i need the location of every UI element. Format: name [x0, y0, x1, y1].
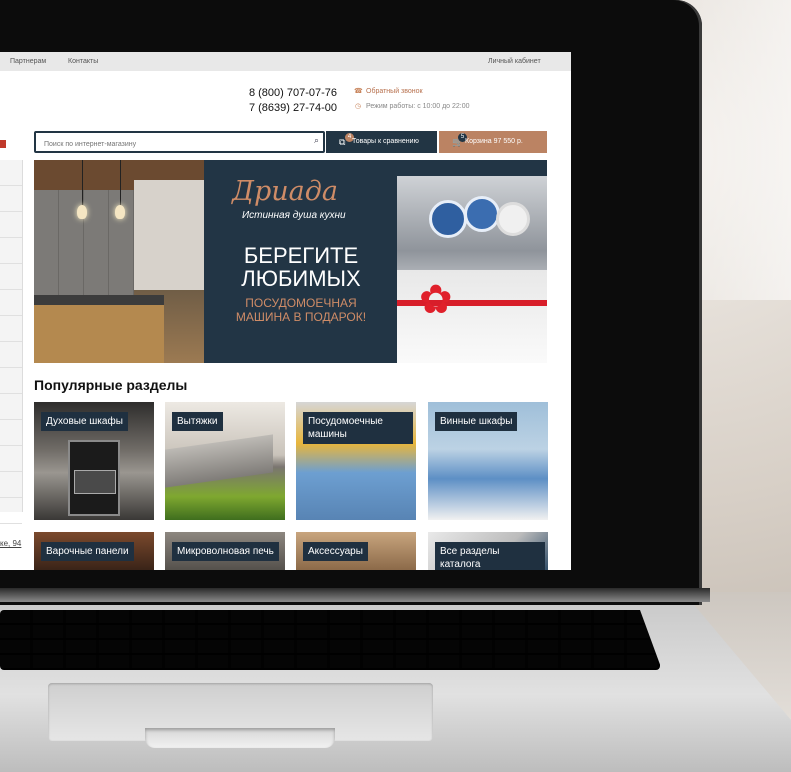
tile-label: Винные шкафы: [435, 412, 518, 431]
category-tile-hobs[interactable]: Варочные панели: [34, 532, 154, 570]
popular-sections-title: Популярные разделы: [34, 377, 188, 393]
account-link[interactable]: Личный кабинет: [488, 58, 541, 65]
cart-label: Корзина 97 550 р.: [465, 138, 523, 145]
laptop-lid-notch: [145, 728, 335, 748]
category-tile-microwaves[interactable]: Микроволновая печь: [165, 532, 285, 570]
phone-2[interactable]: 7 (8639) 27-74-00: [239, 101, 337, 116]
hood-image: [165, 434, 273, 488]
category-tile-ovens[interactable]: Духовые шкафы: [34, 402, 154, 520]
tile-label: Вытяжки: [172, 412, 223, 431]
kitchen-photo: [34, 160, 204, 363]
laptop-screen: Партнерам Контакты Личный кабинет ке, 94…: [0, 52, 571, 570]
tile-label: Духовые шкафы: [41, 412, 128, 431]
tile-label: Варочные панели: [41, 542, 134, 561]
sidebar-accent: [0, 140, 6, 148]
clock-icon: ◷: [354, 103, 362, 110]
brand-slogan: Истинная душа кухни: [242, 210, 346, 221]
laptop-keyboard: [0, 610, 660, 670]
oven-image: [68, 440, 120, 516]
compare-button[interactable]: ⧉ 4 Товары к сравнению: [326, 131, 437, 153]
phone-icon: ☎: [354, 88, 363, 95]
search-input[interactable]: [36, 136, 294, 153]
callback-link[interactable]: ☎ Обратный звонок: [354, 87, 423, 95]
category-tile-dishwashers[interactable]: Посудомоечные машины: [296, 402, 416, 520]
tile-label: Посудомоечные машины: [303, 412, 413, 444]
category-tile-all[interactable]: Все разделы каталога: [428, 532, 548, 570]
phone-numbers: 8 (800) 707-07-76 7 (8639) 27-74-00: [239, 86, 337, 116]
cart-button[interactable]: 🛒 5 Корзина 97 550 р.: [439, 131, 547, 153]
hours-label: Режим работы: с 10:00 до 22:00: [366, 103, 470, 110]
sidebar-menu[interactable]: [0, 160, 23, 524]
gift-bow-icon: ✿: [419, 278, 453, 322]
tile-label: Все разделы каталога: [435, 542, 545, 570]
tile-label: Микроволновая печь: [172, 542, 279, 561]
working-hours: ◷ Режим работы: с 10:00 до 22:00: [354, 102, 470, 110]
category-tile-wine-cabinets[interactable]: Винные шкафы: [428, 402, 548, 520]
tile-label: Аксессуары: [303, 542, 368, 561]
address-link[interactable]: ке, 94: [0, 539, 21, 548]
topbar-link-partners[interactable]: Партнерам: [10, 58, 46, 65]
search-box: ⌕: [34, 131, 325, 153]
promo-banner[interactable]: Дриада Истинная душа кухни БЕРЕГИТЕ ЛЮБИ…: [34, 160, 547, 363]
banner-subline: ПОСУДОМОЕЧНАЯ МАШИНА В ПОДАРОК!: [235, 296, 367, 324]
category-tile-hoods[interactable]: Вытяжки: [165, 402, 285, 520]
brand-logo: Дриада: [232, 176, 338, 207]
topbar-link-contacts[interactable]: Контакты: [68, 58, 98, 65]
phone-1[interactable]: 8 (800) 707-07-76: [239, 86, 337, 101]
callback-label: Обратный звонок: [366, 88, 423, 95]
search-icon[interactable]: ⌕: [314, 135, 319, 146]
laptop-hinge: [0, 588, 710, 602]
category-tile-accessories[interactable]: Аксессуары: [296, 532, 416, 570]
top-bar: Партнерам Контакты Личный кабинет: [0, 52, 571, 71]
compare-label: Товары к сравнению: [352, 138, 419, 145]
banner-headline: БЕРЕГИТЕ ЛЮБИМЫХ: [241, 243, 361, 291]
